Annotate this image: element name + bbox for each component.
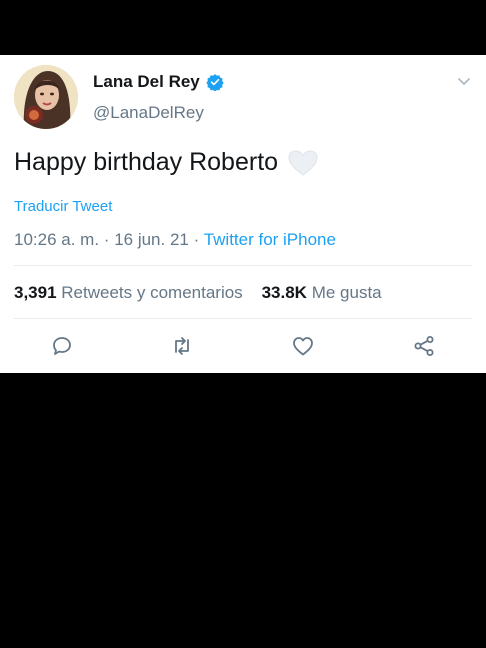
tweet-actions [0, 333, 486, 363]
screenshot-page: Lana Del Rey @LanaDelRey Happy birthday … [0, 0, 486, 648]
verified-badge-icon [206, 73, 224, 92]
reply-button[interactable] [49, 333, 75, 359]
like-button[interactable] [290, 333, 316, 359]
translate-tweet-link[interactable]: Traducir Tweet [14, 198, 112, 215]
display-name[interactable]: Lana Del Rey [93, 72, 200, 92]
tweet-text: Happy birthday Roberto [14, 148, 318, 177]
tweet-text-content: Happy birthday Roberto [14, 148, 279, 176]
reply-icon [53, 337, 71, 355]
share-button[interactable] [411, 333, 437, 359]
retweet-icon [175, 337, 189, 355]
likes-stat[interactable]: 33.8K Me gusta [262, 283, 382, 302]
retweet-button[interactable] [169, 333, 195, 359]
tweet-card: Lana Del Rey @LanaDelRey Happy birthday … [0, 55, 486, 373]
avatar-image [14, 65, 78, 129]
white-heart-emoji [288, 149, 318, 176]
chevron-down-icon[interactable] [456, 73, 472, 89]
meta-separator: · [103, 230, 115, 249]
display-name-row: Lana Del Rey [93, 72, 224, 92]
tweet-stats: 3,391 Retweets y comentarios 33.8K Me gu… [14, 283, 382, 303]
tweet-time[interactable]: 10:26 a. m. [14, 230, 99, 249]
tweet-meta: 10:26 a. m. · 16 jun. 21 · Twitter for i… [14, 230, 336, 250]
likes-count: 33.8K [261, 283, 307, 302]
retweets-count: 3,391 [14, 283, 57, 302]
tweet-source-link[interactable]: Twitter for iPhone [204, 230, 336, 249]
divider [14, 265, 472, 266]
avatar[interactable] [14, 65, 78, 129]
retweets-stat[interactable]: 3,391 Retweets y comentarios [14, 283, 247, 302]
heart-icon [293, 337, 313, 356]
meta-separator: · [193, 230, 204, 249]
divider [14, 318, 472, 319]
retweets-label: Retweets y comentarios [61, 283, 243, 302]
tweet-date[interactable]: 16 jun. 21 [114, 230, 189, 249]
likes-label: Me gusta [311, 283, 382, 302]
share-icon [414, 336, 434, 356]
handle[interactable]: @LanaDelRey [93, 103, 204, 123]
